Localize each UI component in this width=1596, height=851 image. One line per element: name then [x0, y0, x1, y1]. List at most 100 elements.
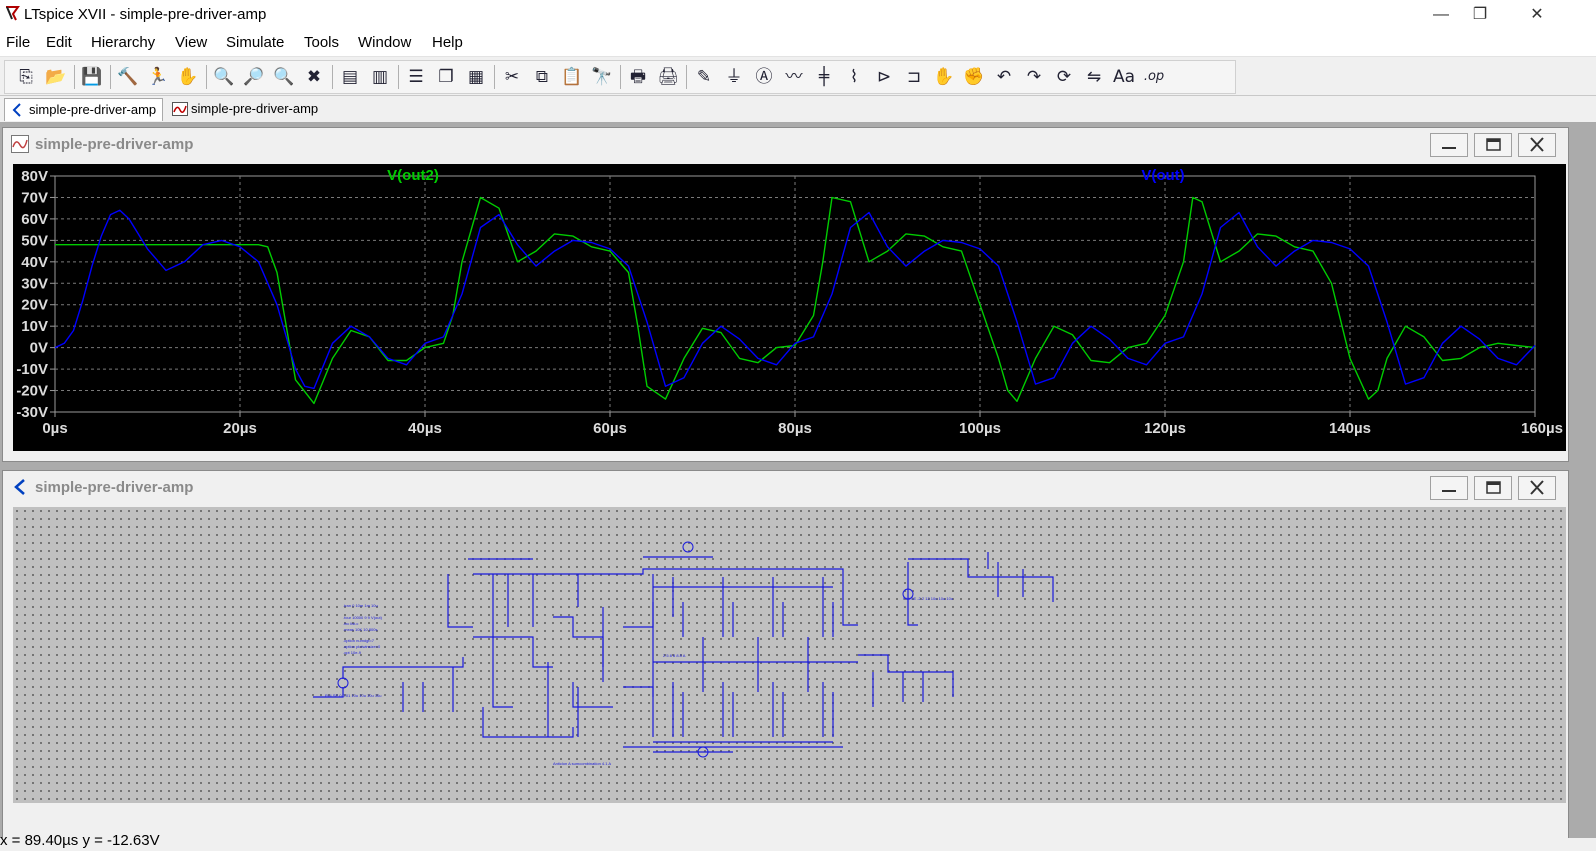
zoom-cancel-icon[interactable]: ✖: [301, 64, 327, 90]
toolbar-separator: [686, 65, 687, 89]
print-preview-icon[interactable]: 🖶: [625, 64, 651, 90]
toolbar-separator: [620, 65, 621, 89]
svg-text:PULSE 0 0.01 10u 10u 10u 10u: PULSE 0 0.01 10u 10u 10u 10u: [325, 693, 382, 698]
restore-button[interactable]: ❐: [1457, 0, 1503, 30]
menu-window[interactable]: Window: [358, 34, 411, 51]
waveform-minimize-button[interactable]: [1430, 133, 1468, 157]
y-tick-label: 60V: [21, 211, 48, 228]
x-tick-label: 140µs: [1329, 420, 1371, 437]
text-icon[interactable]: Aa: [1111, 64, 1137, 90]
ground-icon[interactable]: ⏚: [721, 64, 747, 90]
mirror-icon[interactable]: ⇋: [1081, 64, 1107, 90]
menu-simulate[interactable]: Simulate: [226, 34, 284, 51]
component-icon[interactable]: ⊐: [901, 64, 927, 90]
schematic-drawing[interactable]: .tran 0 10m 1m 10u .four 10000 9 9 V(out…: [13, 507, 1566, 803]
mdi-area: simple-pre-driver-amp 80V 70V 60V 50V 40V 30V…: [0, 123, 1596, 840]
copy-icon[interactable]: ⧉: [529, 64, 555, 90]
cut-icon[interactable]: ✂: [499, 64, 525, 90]
undo-icon[interactable]: ↶: [991, 64, 1017, 90]
schematic-icon: [11, 478, 29, 501]
close-button[interactable]: ✕: [1514, 0, 1560, 30]
svg-text:PULSE -2 2 12 10u 10u 10u: PULSE -2 2 12 10u 10u 10u: [903, 596, 953, 601]
toolbar-separator: [494, 65, 495, 89]
open-icon[interactable]: 📂: [43, 64, 69, 90]
menu-hierarchy[interactable]: Hierarchy: [91, 34, 155, 51]
waveform-window: simple-pre-driver-amp 80V 70V 60V 50V 40V 30V…: [2, 127, 1569, 462]
waveform-window-title: simple-pre-driver-amp: [35, 136, 194, 153]
y-tick-label: -30V: [16, 404, 48, 421]
schematic-maximize-button[interactable]: [1474, 476, 1512, 500]
schematic-close-button[interactable]: [1518, 476, 1556, 500]
rotate-icon[interactable]: ⟳: [1051, 64, 1077, 90]
waveform-icon: [11, 135, 29, 158]
schematic-icon: [10, 102, 24, 124]
cascade-icon[interactable]: ❐: [433, 64, 459, 90]
waveform-window-header: simple-pre-driver-amp: [3, 128, 1568, 160]
ltspice-logo-icon: [4, 4, 20, 27]
menu-help[interactable]: Help: [432, 34, 463, 51]
window-title: LTspice XVII - simple-pre-driver-amp: [24, 6, 267, 23]
y-tick-label: -10V: [16, 361, 48, 378]
move-icon[interactable]: ✋: [931, 64, 957, 90]
waveform-plot[interactable]: 80V 70V 60V 50V 40V 30V 20V 10V 0V -10V -20V -30V 0µ…: [13, 164, 1566, 451]
title-bar: LTspice XVII - simple-pre-driver-amp — ❐…: [0, 0, 1596, 30]
x-tick-label: 0µs: [42, 420, 67, 437]
tile-vertical-icon[interactable]: ▦: [463, 64, 489, 90]
tab-schematic[interactable]: simple-pre-driver-amp: [4, 98, 164, 124]
x-tick-label: 160µs: [1521, 420, 1563, 437]
waveform-icon: [172, 101, 188, 123]
delete-trace-icon[interactable]: ▥: [367, 64, 393, 90]
inductor-icon[interactable]: ⌇: [841, 64, 867, 90]
x-tick-label: 80µs: [778, 420, 812, 437]
y-tick-label: 0V: [30, 340, 48, 357]
new-schematic-icon[interactable]: ⎘: [13, 64, 39, 90]
zoom-in-icon[interactable]: 🔍: [211, 64, 237, 90]
schematic-canvas[interactable]: .tran 0 10m 1m 10u .four 10000 9 9 V(out…: [13, 507, 1566, 803]
waveform-maximize-button[interactable]: [1474, 133, 1512, 157]
capacitor-icon[interactable]: ╪: [811, 64, 837, 90]
waveform-plot-svg[interactable]: 80V 70V 60V 50V 40V 30V 20V 10V 0V -10V -20V -30V0µ…: [13, 164, 1566, 451]
y-tick-label: -20V: [16, 383, 48, 400]
spice-directive-icon[interactable]: .op: [1141, 64, 1167, 90]
cursor-readout: x = 89.40µs y = -12.63V: [0, 832, 160, 849]
x-tick-label: 60µs: [593, 420, 627, 437]
waveform-close-button[interactable]: [1518, 133, 1556, 157]
menu-tools[interactable]: Tools: [304, 34, 339, 51]
schematic-minimize-button[interactable]: [1430, 476, 1468, 500]
save-icon[interactable]: 💾: [79, 64, 105, 90]
svg-text:.inc list.c: .inc list.c: [343, 621, 358, 626]
find-icon[interactable]: 🔭: [589, 64, 615, 90]
x-tick-label: 40µs: [408, 420, 442, 437]
toolbar-separator: [398, 65, 399, 89]
menu-file[interactable]: File: [6, 34, 30, 51]
tab-waveform[interactable]: simple-pre-driver-amp: [167, 98, 324, 120]
run-icon[interactable]: 🏃: [145, 64, 171, 90]
schematic-window: simple-pre-driver-amp .tran 0 10m 1m 10u…: [2, 470, 1569, 840]
resistor-icon[interactable]: 〰: [781, 64, 807, 90]
toolbar-strip: ⎘ 📂 💾 🔨 🏃 ✋ 🔍 🔎 🔍 ✖ ▤ ▥ ☰ ❐ ▦ ✂ ⧉ 📋 🔭 🖶 🖨 ✎ ⏚ Ⓐ 〰 ╪ ⌇ ⊳ ⊐ ✋ ✊ ↶ ↷ ⟳ ⇋ Aa .op: [4, 60, 1236, 94]
print-icon[interactable]: 🖨: [655, 64, 681, 90]
legend-v-out: V(out): [1141, 167, 1184, 184]
schematic-window-title: simple-pre-driver-amp: [35, 479, 194, 496]
pan-hand-icon[interactable]: ✋: [175, 64, 201, 90]
drag-icon[interactable]: ✊: [961, 64, 987, 90]
status-bar: x = 89.40µs y = -12.63V: [0, 832, 1596, 851]
diode-icon[interactable]: ⊳: [871, 64, 897, 90]
toolbar-separator: [206, 65, 207, 89]
y-tick-label: 70V: [21, 189, 48, 206]
paste-icon[interactable]: 📋: [559, 64, 585, 90]
menu-edit[interactable]: Edit: [46, 34, 72, 51]
zoom-area-icon[interactable]: 🔎: [241, 64, 267, 90]
label-net-icon[interactable]: Ⓐ: [751, 64, 777, 90]
svg-text:.four 10000 9 9 V(out): .four 10000 9 9 V(out): [343, 615, 383, 620]
tile-horizontal-icon[interactable]: ☰: [403, 64, 429, 90]
menu-view[interactable]: View: [175, 34, 207, 51]
y-tick-label: 80V: [21, 168, 48, 185]
y-tick-label: 20V: [21, 297, 48, 314]
autorange-icon[interactable]: ▤: [337, 64, 363, 90]
redo-icon[interactable]: ↷: [1021, 64, 1047, 90]
wire-icon[interactable]: ✎: [691, 64, 717, 90]
control-panel-icon[interactable]: 🔨: [115, 64, 141, 90]
document-tabs: simple-pre-driver-amp simple-pre-driver-…: [0, 96, 1596, 123]
zoom-out-icon[interactable]: 🔍: [271, 64, 297, 90]
